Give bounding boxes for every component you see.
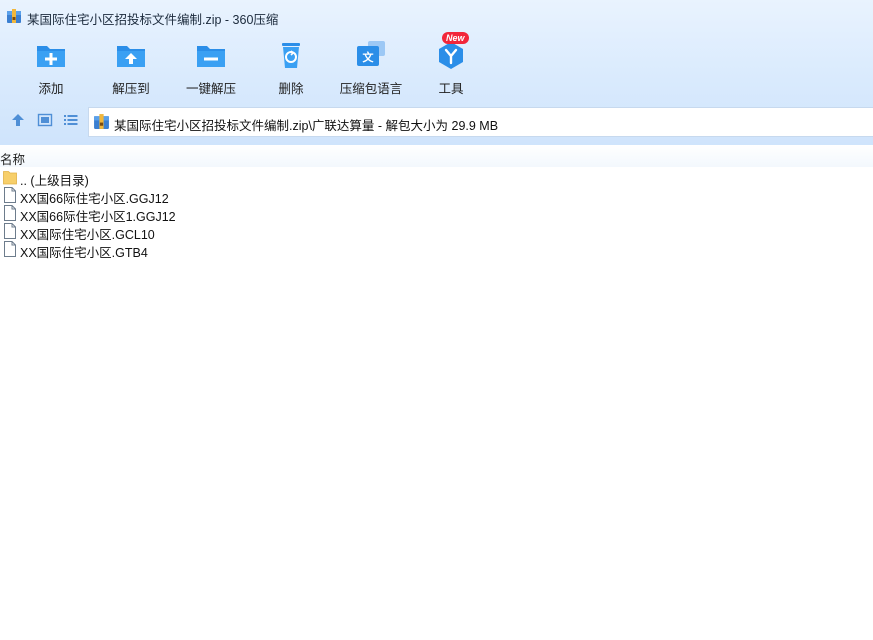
archive-language-icon: 文 [357,41,385,66]
file-list: .. (上级目录) XX国66际住宅小区.GGJ12 XX国66际住宅小区1.G… [0,168,873,260]
one-click-extract-label: 一键解压 [185,82,236,96]
window-title: 某国际住宅小区招投标文件编制.zip - 360压缩 [27,13,279,27]
extract-to-icon [117,46,145,67]
list-view-icon[interactable] [63,112,79,128]
up-arrow-icon[interactable] [10,112,26,128]
delete-label: 删除 [278,82,304,96]
file-row[interactable]: XX国66际住宅小区1.GGJ12 [0,204,873,224]
file-icon [4,241,16,257]
file-icon [4,223,16,239]
navigation-bar: 某国际住宅小区招投标文件编制.zip\广联达算量 - 解包大小为 29.9 MB [0,106,873,137]
column-name-header[interactable]: 名称 [0,149,25,168]
toolbar: 添加 解压到 一键解压 删除 文 压缩包语言 New 工具 [0,32,873,100]
archive-language-button[interactable]: 文 压缩包语言 [331,36,411,98]
zip-archive-icon [94,114,109,129]
tools-button[interactable]: New 工具 [411,32,491,98]
file-icon [4,205,16,221]
file-icon [4,187,16,203]
file-row[interactable]: XX国际住宅小区.GCL10 [0,222,873,242]
add-label: 添加 [38,82,64,96]
file-row[interactable]: XX国66际住宅小区.GGJ12 [0,186,873,206]
delete-button[interactable]: 删除 [251,36,331,98]
folder-icon [3,171,17,185]
add-icon [37,46,65,67]
one-click-extract-icon [197,46,225,67]
extract-to-button[interactable]: 解压到 [91,36,171,98]
title-bar: 某国际住宅小区招投标文件编制.zip - 360压缩 [0,0,873,32]
address-bar[interactable]: 某国际住宅小区招投标文件编制.zip\广联达算量 - 解包大小为 29.9 MB [88,107,873,137]
archive-app-icon [7,9,21,23]
svg-text:文: 文 [363,50,375,64]
path-text: 某国际住宅小区招投标文件编制.zip\广联达算量 - 解包大小为 29.9 MB [114,119,499,133]
column-header: 名称 [0,145,873,167]
archive-language-label: 压缩包语言 [339,82,403,96]
thumbnail-view-icon[interactable] [37,112,53,128]
new-badge: New [442,32,469,44]
add-button[interactable]: 添加 [11,36,91,98]
tools-icon [439,42,463,69]
delete-icon [282,43,300,68]
file-row[interactable]: XX国际住宅小区.GTB4 [0,240,873,260]
top-bar: 某国际住宅小区招投标文件编制.zip - 360压缩 添加 解压到 一键解压 删… [0,0,873,145]
one-click-extract-button[interactable]: 一键解压 [171,36,251,98]
parent-directory-row[interactable]: .. (上级目录) [0,168,873,188]
extract-to-label: 解压到 [112,82,150,96]
tools-label: 工具 [438,82,464,96]
file-name: XX国际住宅小区.GTB4 [20,246,148,260]
